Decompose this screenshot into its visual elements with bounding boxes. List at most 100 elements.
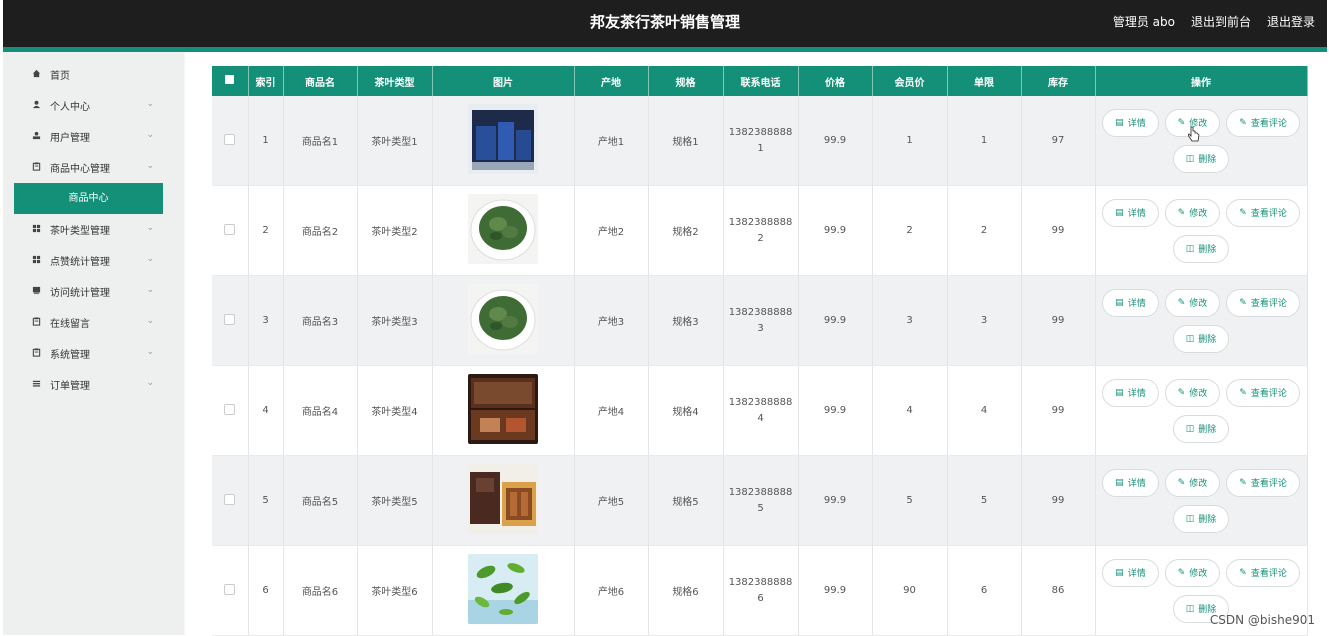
sidebar-item-system[interactable]: 系统管理 ⌄ — [3, 338, 184, 369]
cell-member-price: 2 — [872, 185, 948, 276]
cell-actions: ▤ 详情 ✎ 修改 ✎ 查看评论 ◫ 删除 — [1095, 96, 1308, 186]
user-icon — [32, 131, 41, 140]
view-reviews-button[interactable]: ✎ 查看评论 — [1226, 288, 1300, 317]
row-select-cell[interactable] — [212, 455, 249, 546]
cell-spec: 规格5 — [648, 455, 724, 546]
cell-limit: 6 — [947, 545, 1022, 636]
view-reviews-button[interactable]: ✎ 查看评论 — [1226, 198, 1300, 227]
trash-icon: ◫ — [1185, 603, 1195, 614]
sidebar-item-orders[interactable]: 订单管理 ⌄ — [3, 369, 184, 400]
sidebar-item-label: 商品中心管理 — [50, 164, 110, 175]
select-all-checkbox[interactable] — [225, 75, 235, 84]
sidebar-item-visit-stats[interactable]: 访问统计管理 ⌄ — [3, 276, 184, 307]
trash-icon: ◫ — [1185, 513, 1195, 524]
sidebar-item-label: 点赞统计管理 — [50, 257, 110, 268]
delete-button[interactable]: ◫ 删除 — [1172, 324, 1230, 353]
delete-button[interactable]: ◫ 删除 — [1172, 414, 1230, 443]
chevron-down-icon: ⌄ — [146, 285, 154, 295]
cell-origin: 产地3 — [574, 275, 649, 366]
cell-phone: 1382388888 3 — [723, 275, 799, 366]
edit-button[interactable]: ✎ 修改 — [1164, 558, 1221, 587]
document-icon: ▤ — [1115, 117, 1124, 128]
row-select-cell[interactable] — [212, 275, 249, 366]
cell-type: 茶叶类型4 — [357, 365, 433, 456]
cell-index: 2 — [248, 185, 284, 276]
chevron-down-icon: ⌄ — [146, 347, 154, 357]
cell-origin: 产地6 — [574, 545, 649, 636]
row-select-cell[interactable] — [212, 185, 249, 276]
view-reviews-button-label: 查看评论 — [1250, 569, 1287, 579]
cell-spec: 规格4 — [648, 365, 724, 456]
sidebar-item-product-center[interactable]: 商品中心管理 ⌄ — [3, 152, 184, 183]
sidebar-item-users[interactable]: 用户管理 ⌄ — [3, 121, 184, 152]
sidebar-item-product-center[interactable]: 商品中心 — [14, 183, 163, 214]
edit-button[interactable]: ✎ 修改 — [1164, 198, 1221, 227]
col-header-origin: 产地 — [574, 66, 649, 96]
sidebar-item-profile[interactable]: 个人中心 ⌄ — [3, 90, 184, 121]
cell-index: 6 — [248, 545, 284, 636]
document-icon: ▤ — [1115, 567, 1124, 578]
cell-limit: 1 — [947, 96, 1022, 186]
sidebar-item-label: 在线留言 — [50, 319, 90, 330]
edit-button[interactable]: ✎ 修改 — [1164, 288, 1221, 317]
row-checkbox[interactable] — [224, 223, 236, 235]
row-select-cell[interactable] — [212, 96, 249, 186]
cell-name: 商品名2 — [283, 185, 358, 276]
cell-origin: 产地2 — [574, 185, 649, 276]
sidebar-item-home[interactable]: 首页 — [3, 59, 184, 90]
delete-button[interactable]: ◫ 删除 — [1172, 144, 1230, 173]
phone-line-1: 1382388888 — [728, 576, 793, 588]
pencil-icon: ✎ — [1239, 297, 1247, 308]
admin-user-label[interactable]: 管理员 abo — [1113, 13, 1175, 30]
pencil-icon: ✎ — [1239, 387, 1247, 398]
chevron-down-icon: ⌄ — [146, 223, 154, 233]
row-checkbox[interactable] — [224, 133, 236, 145]
sidebar-item-messages[interactable]: 在线留言 ⌄ — [3, 307, 184, 338]
book-icon — [32, 286, 41, 295]
row-checkbox[interactable] — [224, 313, 236, 325]
detail-button[interactable]: ▤ 详情 — [1102, 198, 1159, 227]
cell-limit: 3 — [947, 275, 1022, 366]
view-reviews-button-label: 查看评论 — [1250, 299, 1287, 309]
watermark: CSDN @bishe901 — [1209, 613, 1315, 627]
sidebar-item-likes-stats[interactable]: 点赞统计管理 ⌄ — [3, 245, 184, 276]
cell-name: 商品名1 — [283, 96, 358, 186]
delete-button[interactable]: ◫ 删除 — [1172, 234, 1230, 263]
sidebar: 首页 个人中心 ⌄ 用户管理 ⌄ 商品中心管理 ⌄ 茶叶类型管理 ⌄ 点赞统计管理 ⌄ 访问统计管理 ⌄… — [3, 52, 184, 635]
sidebar-item-tea-types[interactable]: 茶叶类型管理 ⌄ — [3, 214, 184, 245]
view-reviews-button[interactable]: ✎ 查看评论 — [1226, 378, 1300, 407]
product-image — [468, 284, 538, 354]
select-all-cell[interactable] — [212, 66, 249, 96]
table-row: 1 商品名1 茶叶类型1 产地1 规格1 1382388888 1 99.9 1 1 97 ▤ 详情 ✎ 修… — [212, 96, 1308, 186]
cell-image — [432, 365, 575, 456]
view-reviews-button[interactable]: ✎ 查看评论 — [1226, 468, 1300, 497]
edit-button[interactable]: ✎ 修改 — [1164, 468, 1221, 497]
chevron-down-icon: ⌄ — [146, 378, 154, 388]
row-checkbox[interactable] — [224, 403, 236, 415]
delete-button[interactable]: ◫ 删除 — [1172, 504, 1230, 533]
detail-button[interactable]: ▤ 详情 — [1102, 378, 1159, 407]
view-reviews-button[interactable]: ✎ 查看评论 — [1226, 108, 1300, 137]
table-row: 4 商品名4 茶叶类型4 产地4 规格4 1382388888 4 99.9 4 4 99 ▤ 详情 ✎ 修… — [212, 365, 1308, 456]
row-checkbox[interactable] — [224, 583, 236, 595]
row-select-cell[interactable] — [212, 365, 249, 456]
detail-button[interactable]: ▤ 详情 — [1102, 558, 1159, 587]
detail-button[interactable]: ▤ 详情 — [1102, 288, 1159, 317]
logout-link[interactable]: 退出登录 — [1267, 13, 1315, 30]
row-select-cell[interactable] — [212, 545, 249, 636]
cell-actions: ▤ 详情 ✎ 修改 ✎ 查看评论 ◫ 删除 — [1095, 185, 1308, 276]
detail-button[interactable]: ▤ 详情 — [1102, 108, 1159, 137]
view-reviews-button-label: 查看评论 — [1250, 209, 1287, 219]
view-reviews-button[interactable]: ✎ 查看评论 — [1226, 558, 1300, 587]
detail-button[interactable]: ▤ 详情 — [1102, 468, 1159, 497]
cell-phone: 1382388888 2 — [723, 185, 799, 276]
detail-button-label: 详情 — [1127, 119, 1146, 129]
cell-actions: ▤ 详情 ✎ 修改 ✎ 查看评论 ◫ 删除 — [1095, 275, 1308, 366]
cell-member-price: 1 — [872, 96, 948, 186]
edit-button[interactable]: ✎ 修改 — [1164, 378, 1221, 407]
clipboard-icon — [32, 317, 41, 326]
row-checkbox[interactable] — [224, 493, 236, 505]
pencil-icon: ✎ — [1239, 207, 1247, 218]
front-link[interactable]: 退出到前台 — [1191, 13, 1251, 30]
cell-stock: 99 — [1021, 455, 1096, 546]
